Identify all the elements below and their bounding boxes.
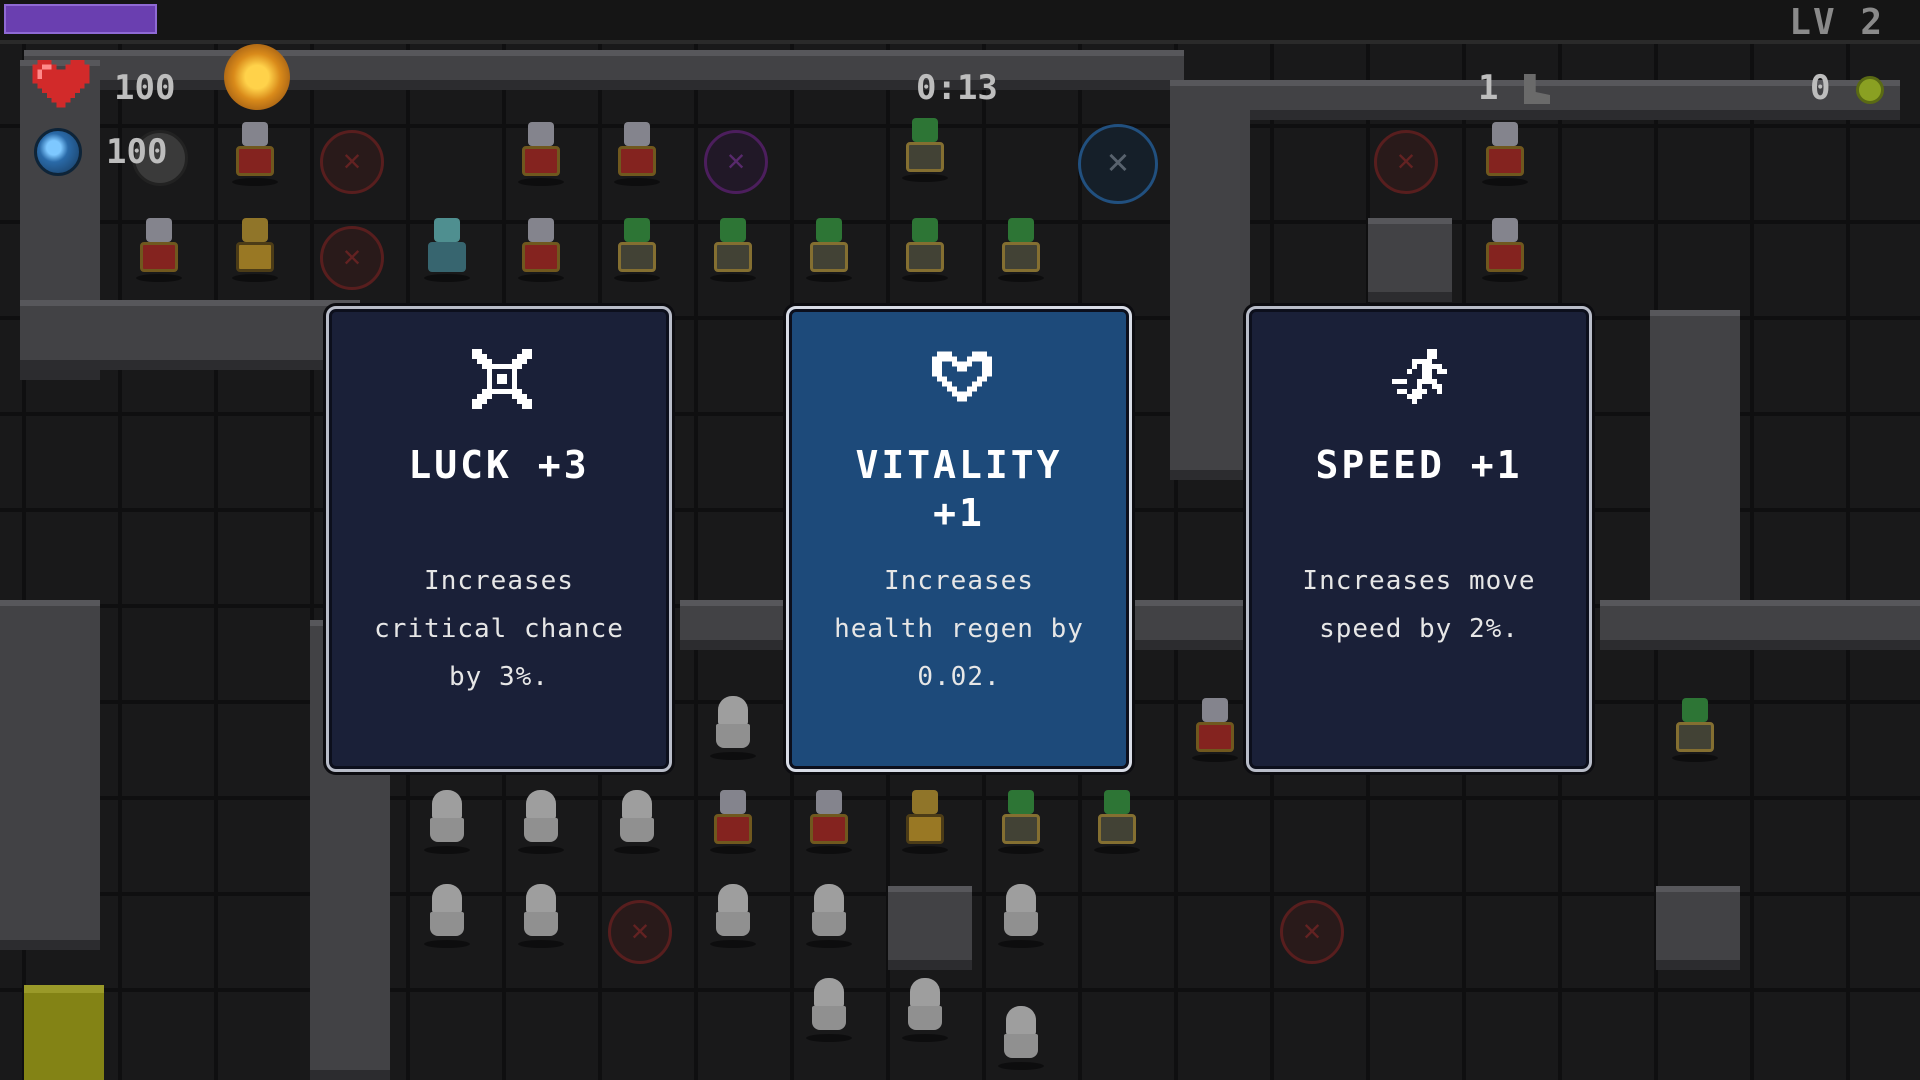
coin-icon [1856, 76, 1884, 104]
timer: 0:13 [916, 68, 998, 108]
description-line: Increases move [1302, 566, 1536, 596]
upgrade-description: Increases critical chance by 3%. [351, 557, 647, 701]
upgrade-card-luck[interactable]: LUCK +3 Increases critical chance by 3%. [326, 306, 672, 772]
description-line: Increases [424, 566, 574, 596]
mana-orb-icon [34, 128, 82, 176]
health-value: 100 [114, 68, 176, 108]
upgrade-title: LUCK +3 [408, 443, 590, 487]
description-line: speed by 2%. [1319, 614, 1519, 644]
torch-icon [224, 44, 290, 110]
description-line: Increases [884, 566, 1034, 596]
xp-bar: LV 2 [0, 0, 1920, 44]
upgrade-description: Increases move speed by 2%. [1271, 557, 1567, 653]
running-man-icon [1392, 349, 1447, 404]
description-line: 0.02. [917, 662, 1001, 692]
heart-icon [932, 351, 992, 402]
description-line: by 3%. [449, 662, 549, 692]
upgrade-card-vitality[interactable]: VITALITY +1 Increases health regen by 0.… [786, 306, 1132, 772]
level-label: LV 2 [1789, 2, 1884, 43]
heart-icon [32, 60, 90, 108]
description-line: health regen by [834, 614, 1084, 644]
crossed-swords-icon [472, 349, 532, 409]
upgrade-title-line: +1 [933, 491, 985, 535]
description-line: critical chance [374, 614, 624, 644]
upgrade-description: Increases health regen by 0.02. [811, 557, 1107, 701]
kills-value: 1 [1478, 68, 1499, 108]
xp-bar-fill [4, 4, 157, 34]
upgrade-title: VITALITY +1 [789, 441, 1129, 537]
mana-value: 100 [106, 132, 168, 172]
gold-value: 0 [1810, 68, 1831, 108]
upgrade-title: SPEED +1 [1315, 443, 1523, 487]
upgrade-card-speed[interactable]: SPEED +1 Increases move speed by 2%. [1246, 306, 1592, 772]
upgrade-title-line: VITALITY [855, 443, 1063, 487]
